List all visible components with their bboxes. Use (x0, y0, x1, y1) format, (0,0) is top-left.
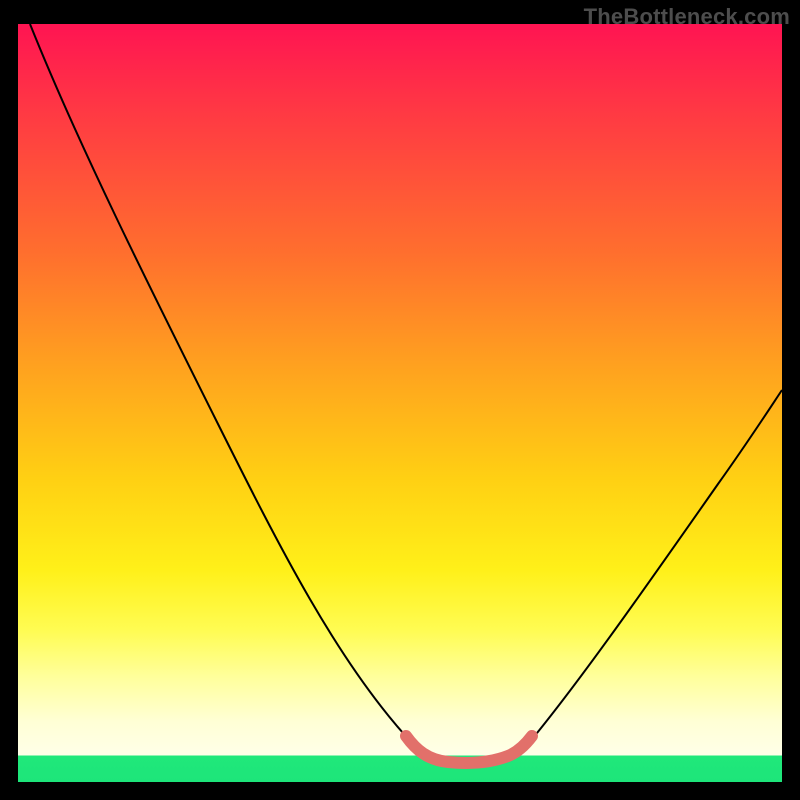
curve-layer (18, 24, 782, 782)
plot-area (18, 24, 782, 782)
bottleneck-curve (30, 24, 782, 762)
chart-frame: TheBottleneck.com (0, 0, 800, 800)
watermark-text: TheBottleneck.com (584, 4, 790, 30)
valley-highlight (406, 736, 532, 763)
